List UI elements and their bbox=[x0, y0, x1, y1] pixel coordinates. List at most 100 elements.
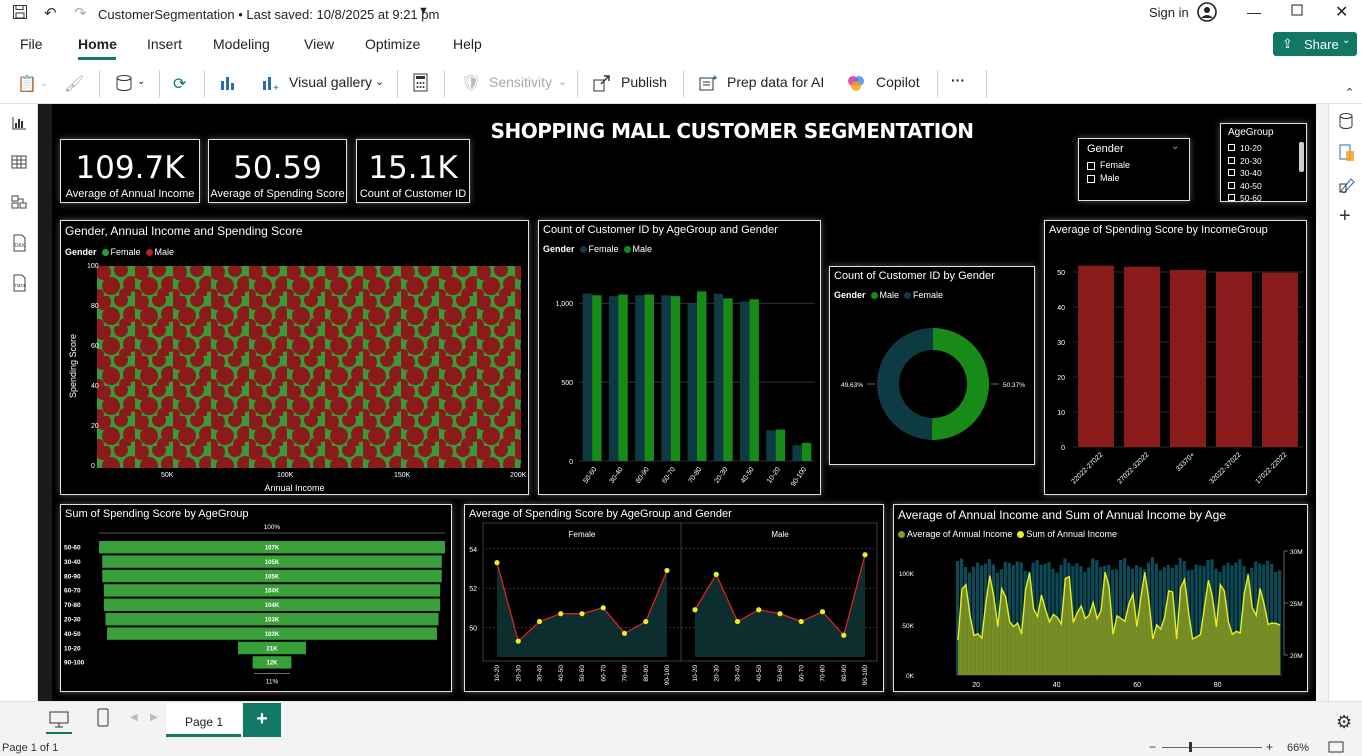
format-painter-icon[interactable]: 🖌 bbox=[64, 74, 84, 94]
line-plot[interactable]: 50 52 54 Female 10-20 20-30 30-40 40-50 50-60 60-… bbox=[465, 505, 885, 693]
prep-data-icon[interactable]: ✦ bbox=[698, 73, 719, 98]
next-page-icon[interactable]: ▶ bbox=[150, 712, 158, 723]
redo-icon[interactable]: ↷ bbox=[74, 4, 87, 22]
new-visual-icon[interactable] bbox=[218, 73, 238, 98]
age-gender-bar-chart[interactable]: Count of Customer ID by AgeGroup and Gen… bbox=[538, 220, 821, 495]
collapse-ribbon-icon[interactable]: ⌃ bbox=[1345, 86, 1354, 99]
sign-in-link[interactable]: Sign in bbox=[1149, 5, 1189, 20]
prev-page-icon[interactable]: ◀ bbox=[130, 712, 138, 723]
bar-female[interactable] bbox=[582, 293, 593, 461]
prep-data-button[interactable]: Prep data for AI bbox=[727, 74, 824, 90]
menu-insert[interactable]: Insert bbox=[147, 36, 182, 52]
bar[interactable] bbox=[1262, 272, 1298, 447]
data-point[interactable] bbox=[494, 560, 500, 566]
bar-female[interactable] bbox=[792, 445, 802, 461]
account-icon[interactable] bbox=[1196, 1, 1218, 26]
data-source-icon[interactable] bbox=[115, 74, 133, 97]
visual-gallery-icon[interactable]: + bbox=[260, 73, 280, 98]
checkbox[interactable] bbox=[1087, 174, 1095, 183]
agegroup-funnel-chart[interactable]: Sum of Spending Score by AgeGroup 100% 10… bbox=[60, 504, 452, 692]
zoom-slider[interactable] bbox=[1162, 747, 1262, 748]
copilot-button[interactable]: Copilot bbox=[876, 74, 920, 90]
data-point[interactable] bbox=[756, 607, 762, 613]
bar-male[interactable] bbox=[644, 294, 654, 461]
copilot-icon[interactable] bbox=[846, 73, 866, 98]
title-dropdown-icon[interactable]: ▼ bbox=[418, 5, 429, 17]
slicer-scrollbar[interactable] bbox=[1299, 142, 1304, 172]
combo-plot[interactable]: 0K 50K 100K 20M 25M 30M 20 40 60 80 bbox=[894, 505, 1309, 693]
data-point[interactable] bbox=[692, 607, 698, 613]
donut-slice-male[interactable] bbox=[931, 328, 990, 440]
bar-male[interactable] bbox=[775, 429, 786, 461]
bar-male[interactable] bbox=[801, 442, 812, 461]
data-point[interactable] bbox=[558, 611, 564, 617]
zoom-in-button[interactable]: + bbox=[1266, 740, 1273, 754]
data-point[interactable] bbox=[862, 552, 868, 558]
gender-slicer[interactable]: Gender ⌄ Female Male bbox=[1078, 138, 1190, 201]
income-by-age-chart[interactable]: Average of Annual Income and Sum of Annu… bbox=[893, 504, 1308, 692]
scatter-chart-panel[interactable]: Gender, Annual Income and Spending Score… bbox=[60, 220, 529, 495]
desktop-layout-icon[interactable] bbox=[49, 710, 69, 733]
data-point[interactable] bbox=[798, 618, 804, 625]
data-point[interactable] bbox=[819, 609, 826, 615]
kpi-card-avg-income[interactable]: 109.7K Average of Annual Income bbox=[60, 139, 200, 203]
data-point[interactable] bbox=[643, 618, 649, 625]
data-point[interactable] bbox=[621, 630, 628, 636]
mobile-layout-icon[interactable] bbox=[97, 708, 109, 733]
bar-female[interactable] bbox=[766, 430, 776, 461]
data-point[interactable] bbox=[841, 632, 847, 638]
data-point[interactable] bbox=[515, 638, 521, 644]
area-fill[interactable] bbox=[695, 554, 865, 657]
menu-file[interactable]: File bbox=[20, 36, 43, 52]
maximize-icon[interactable] bbox=[1291, 4, 1303, 19]
data-point[interactable] bbox=[777, 611, 783, 617]
data-pane-icon[interactable] bbox=[1339, 112, 1353, 135]
bar-male[interactable] bbox=[618, 294, 628, 461]
undo-icon[interactable]: ↶ bbox=[44, 4, 57, 22]
model-view-icon[interactable] bbox=[9, 194, 29, 214]
area-fill[interactable] bbox=[497, 562, 667, 657]
data-point[interactable] bbox=[734, 618, 741, 625]
data-point[interactable] bbox=[600, 605, 606, 611]
publish-icon[interactable] bbox=[592, 73, 612, 98]
kpi-card-avg-spending[interactable]: 50.59 Average of Spending Score bbox=[208, 139, 347, 203]
data-point[interactable] bbox=[579, 611, 585, 617]
slicer-option[interactable]: 40-50 bbox=[1228, 180, 1262, 193]
menu-view[interactable]: View bbox=[304, 36, 334, 52]
refresh-icon[interactable]: ⟳ bbox=[173, 74, 186, 94]
menu-help[interactable]: Help bbox=[453, 36, 482, 52]
data-point[interactable] bbox=[713, 571, 719, 577]
slicer-option-female[interactable]: Female bbox=[1087, 160, 1130, 170]
tab-page-1[interactable]: Page 1 bbox=[166, 703, 241, 737]
visual-gallery-button[interactable]: Visual gallery bbox=[289, 74, 372, 90]
incomegroup-bar-chart[interactable]: Average of Spending Score by IncomeGroup… bbox=[1044, 220, 1307, 495]
dax-query-icon[interactable]: DAX bbox=[9, 234, 29, 254]
format-visual-icon[interactable] bbox=[1339, 176, 1355, 199]
gender-donut-chart[interactable]: Count of Customer ID by Gender Gender Mal… bbox=[829, 266, 1035, 465]
save-icon[interactable] bbox=[12, 4, 28, 24]
share-button[interactable]: ⇪ Share ⌄ bbox=[1273, 32, 1357, 56]
spending-line-chart[interactable]: Average of Spending Score by AgeGroup an… bbox=[464, 504, 884, 692]
data-point[interactable] bbox=[664, 567, 670, 574]
agegroup-slicer[interactable]: AgeGroup 10-20 20-30 30-40 40-50 50-60 bbox=[1220, 123, 1307, 202]
bar-female[interactable] bbox=[740, 301, 750, 461]
bar-female[interactable] bbox=[635, 295, 645, 461]
bar[interactable] bbox=[1124, 266, 1160, 447]
add-page-button[interactable]: + bbox=[243, 703, 281, 737]
data-point[interactable] bbox=[536, 618, 543, 625]
calculator-icon[interactable] bbox=[412, 73, 430, 98]
minimize-icon[interactable]: — bbox=[1247, 4, 1261, 20]
bar-female[interactable] bbox=[687, 303, 697, 461]
checkbox[interactable] bbox=[1087, 161, 1095, 170]
bar-male[interactable] bbox=[592, 295, 602, 461]
canvas-scrollbar[interactable] bbox=[1316, 104, 1328, 701]
donut-slice-female[interactable] bbox=[877, 328, 933, 440]
legend-label[interactable]: Male bbox=[155, 247, 175, 257]
slicer-option[interactable]: 30-40 bbox=[1228, 167, 1262, 180]
bar-female[interactable] bbox=[713, 293, 724, 461]
bar[interactable] bbox=[1078, 265, 1114, 447]
menu-optimize[interactable]: Optimize bbox=[365, 36, 420, 52]
bar-female[interactable] bbox=[661, 295, 671, 461]
bar[interactable] bbox=[1216, 272, 1252, 447]
scatter-plot-area[interactable] bbox=[97, 266, 521, 468]
